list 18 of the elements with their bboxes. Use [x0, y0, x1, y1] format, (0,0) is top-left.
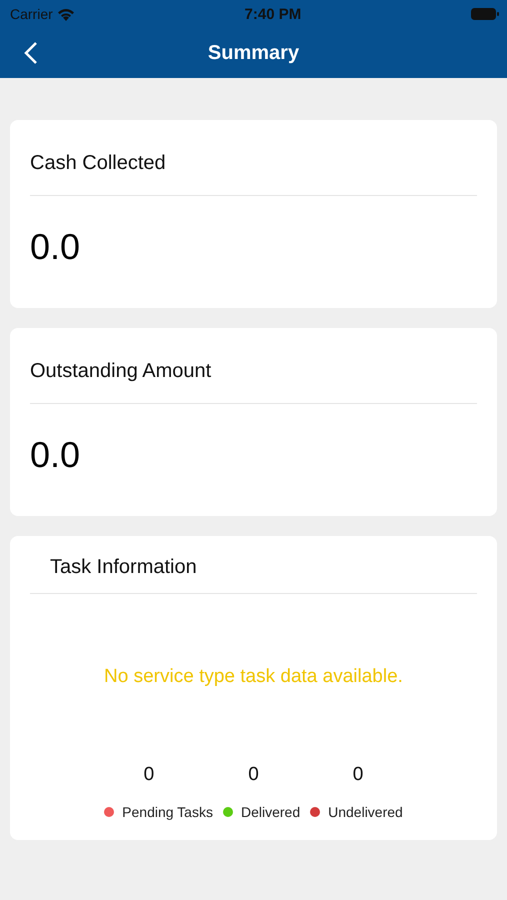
task-count: 0	[144, 764, 154, 786]
back-icon[interactable]	[24, 41, 38, 65]
screen-title: Summary	[208, 42, 300, 64]
task-count: 0	[352, 764, 364, 786]
card-title: Task Information	[30, 536, 477, 594]
empty-message: No service type task data available.	[103, 666, 404, 688]
battery-icon	[470, 8, 499, 20]
carrier-label: Carrier	[10, 6, 53, 22]
legend-label: Pending Tasks	[122, 804, 213, 820]
amount-value: 0.0	[30, 225, 82, 269]
legend-label: Delivered	[240, 804, 300, 820]
clock-time: 7:40 PM	[244, 6, 302, 22]
card-title: Cash Collected	[30, 120, 477, 196]
task-count: 0	[248, 764, 259, 786]
amount-value: 0.0	[30, 433, 82, 477]
wifi-icon	[56, 8, 75, 20]
card-title: Outstanding Amount	[30, 328, 477, 404]
legend-label: Undelivered	[328, 804, 403, 820]
